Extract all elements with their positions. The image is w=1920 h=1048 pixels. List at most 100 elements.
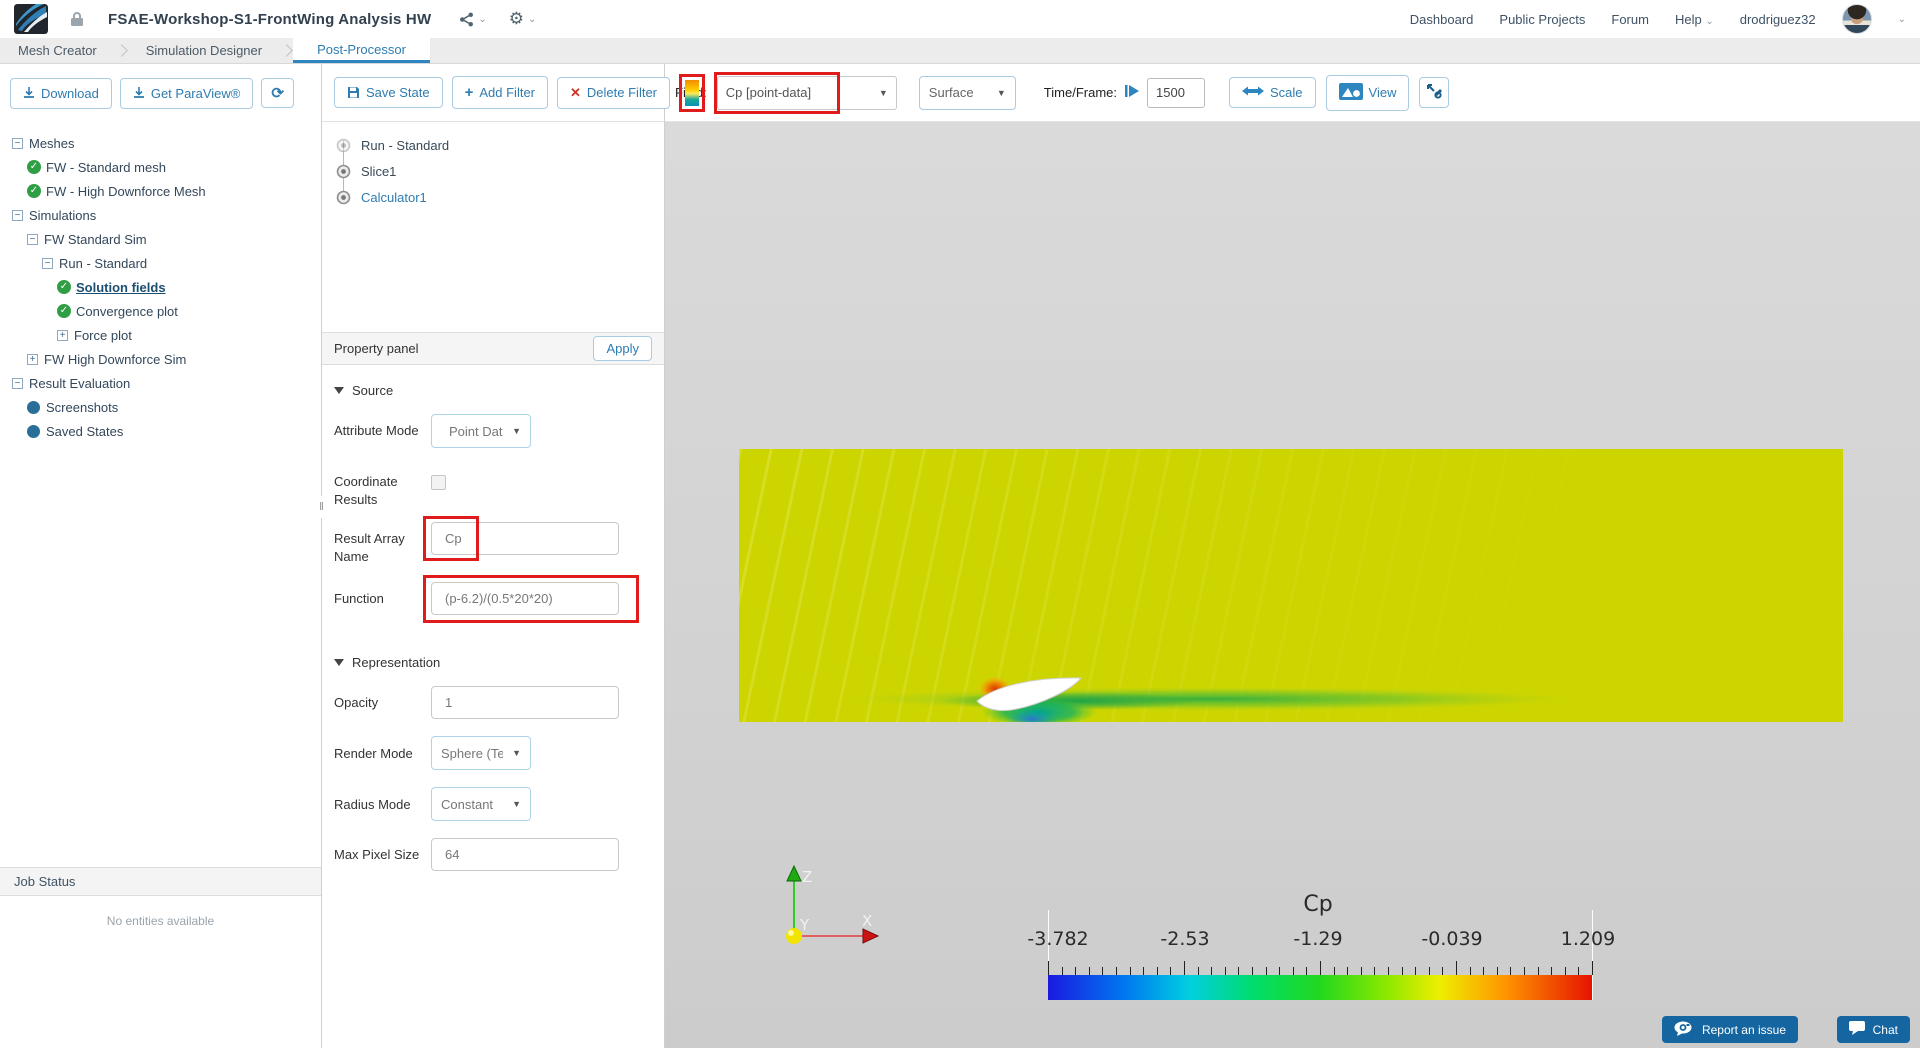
tree-item[interactable]: + Force plot	[12, 324, 321, 346]
tree-item[interactable]: + FW High Downforce Sim	[12, 348, 321, 370]
max-pixel-size-input[interactable]: 64	[431, 838, 619, 872]
interaction-tools-button[interactable]	[1419, 77, 1450, 108]
representation-select[interactable]: Surface ▼	[918, 75, 1016, 110]
legend-tick	[1483, 967, 1485, 975]
tab-simulation-designer[interactable]: Simulation Designer	[128, 38, 280, 63]
attribute-mode-label: Attribute Mode	[334, 423, 419, 438]
legend-tick	[1347, 967, 1349, 975]
chevron-down-icon: ⌄	[527, 13, 537, 25]
scale-button[interactable]: Scale	[1229, 77, 1316, 108]
refresh-button[interactable]: ⟳	[261, 78, 294, 108]
viewport-toolbar: Field: Cp [point-data] ▼ Surface ▼ Time/…	[665, 64, 1920, 122]
radius-mode-select[interactable]: Constant ▼	[431, 787, 531, 822]
source-section-header[interactable]: Source	[334, 383, 652, 398]
tree-item[interactable]: Saved States	[12, 420, 321, 442]
get-paraview-button[interactable]: Get ParaView®	[119, 77, 254, 109]
collapse-icon[interactable]: −	[27, 233, 38, 245]
pipeline-item-label[interactable]: Calculator1	[361, 190, 427, 205]
colormap-icon[interactable]	[685, 79, 699, 106]
camera-icon	[1674, 1021, 1694, 1039]
function-input[interactable]: (p-6.2)/(0.5*20*20)	[431, 582, 619, 616]
lock-icon	[70, 11, 84, 27]
chevron-down-icon[interactable]: ⌄	[1898, 14, 1906, 25]
collapse-icon[interactable]: −	[42, 257, 53, 269]
collapse-icon[interactable]: −	[12, 377, 23, 389]
save-icon	[347, 86, 360, 99]
chevron-down-icon: ▼	[512, 799, 521, 810]
nav-public-projects[interactable]: Public Projects	[1499, 12, 1585, 27]
panel-resize-handle[interactable]: ‖	[318, 496, 325, 518]
download-icon	[23, 87, 35, 99]
tree-item[interactable]: Screenshots	[12, 396, 321, 418]
tree-item[interactable]: − FW Standard Sim	[12, 228, 321, 250]
legend-tick	[1442, 967, 1444, 975]
app-logo-icon[interactable]	[14, 4, 48, 34]
tree-item[interactable]: ✓ Convergence plot	[12, 300, 321, 322]
tree-item[interactable]: − Simulations	[12, 204, 321, 226]
result-array-name-input[interactable]: Cp	[431, 522, 619, 556]
play-icon[interactable]	[1124, 84, 1140, 101]
tab-mesh-creator[interactable]: Mesh Creator	[0, 38, 115, 63]
legend-colorbar	[1048, 975, 1592, 1000]
render-viewport[interactable]: Z X Y Cp -3.782 -2.53 -1.29 -0.039 1.209 Rep…	[665, 122, 1920, 1048]
expand-icon[interactable]: +	[27, 353, 38, 365]
collapse-icon[interactable]: −	[12, 209, 23, 221]
chat-button[interactable]: Chat	[1836, 1016, 1910, 1043]
opacity-input[interactable]: 1	[431, 686, 619, 720]
pipeline-item-label[interactable]: Run - Standard	[361, 138, 449, 153]
pipeline-item[interactable]: Calculator1	[336, 184, 664, 210]
visibility-eye-icon[interactable]	[336, 190, 351, 205]
nav-forum[interactable]: Forum	[1611, 12, 1649, 27]
tree-item[interactable]: ✓ Solution fields	[12, 276, 321, 298]
legend-tick	[1238, 967, 1240, 975]
share-button[interactable]: ⌄	[459, 12, 487, 27]
legend-tick-label: -3.782	[1027, 928, 1089, 950]
legend-ticks	[1048, 961, 1593, 975]
nav-help[interactable]: Help ⌄	[1675, 12, 1714, 27]
legend-tick	[1129, 967, 1131, 975]
tree-item[interactable]: − Result Evaluation	[12, 372, 321, 394]
tree-item[interactable]: ✓ FW - High Downforce Mesh	[12, 180, 321, 202]
tree-item-label: FW - Standard mesh	[46, 159, 166, 175]
pipeline-item-label[interactable]: Slice1	[361, 164, 396, 179]
visibility-eye-icon[interactable]	[336, 164, 351, 179]
tab-post-processor[interactable]: Post-Processor	[293, 38, 430, 63]
add-filter-button[interactable]: + Add Filter	[451, 76, 549, 109]
download-button[interactable]: Download	[10, 77, 112, 109]
property-panel-title: Property panel	[334, 341, 419, 356]
nav-username[interactable]: drodriguez32	[1740, 12, 1816, 27]
pipeline-item[interactable]: Run - Standard	[336, 132, 664, 158]
tree-item-label: Force plot	[74, 327, 132, 343]
save-state-button[interactable]: Save State	[334, 77, 443, 108]
coordinate-results-checkbox[interactable]	[431, 475, 446, 490]
apply-button[interactable]: Apply	[593, 336, 652, 361]
nav-dashboard[interactable]: Dashboard	[1410, 12, 1474, 27]
expand-icon[interactable]: +	[57, 329, 68, 341]
result-array-name-label: Result Array Name	[334, 531, 405, 564]
legend-tick	[1333, 967, 1335, 975]
tree-item-label: Convergence plot	[76, 303, 178, 319]
chevron-down-icon: ⌄	[1705, 15, 1714, 27]
visibility-eye-icon[interactable]	[336, 138, 351, 153]
render-mode-select[interactable]: Sphere (Te ▼	[431, 736, 531, 771]
representation-section-header[interactable]: Representation	[334, 655, 652, 670]
tree-item[interactable]: − Run - Standard	[12, 252, 321, 274]
tree-item[interactable]: − Meshes	[12, 132, 321, 154]
avatar[interactable]	[1841, 4, 1872, 34]
field-select[interactable]: Cp [point-data] ▼	[713, 71, 897, 114]
legend-tick	[1170, 967, 1172, 975]
legend-tick	[1048, 961, 1049, 975]
pipeline-item[interactable]: Slice1	[336, 158, 664, 184]
collapse-icon[interactable]: −	[12, 137, 23, 149]
tree-item-label: Meshes	[29, 135, 75, 151]
attribute-mode-select[interactable]: Point Data ▼	[431, 414, 531, 448]
tree-item[interactable]: ✓ FW - Standard mesh	[12, 156, 321, 178]
job-status-empty-message: No entities available	[106, 914, 215, 928]
legend-tick	[1265, 967, 1267, 975]
report-issue-button[interactable]: Report an issue	[1661, 1016, 1798, 1043]
time-frame-input[interactable]: 1500	[1147, 77, 1205, 108]
delete-filter-button[interactable]: ✕ Delete Filter	[557, 76, 670, 109]
tree-item-label: Screenshots	[46, 399, 119, 415]
view-button[interactable]: View	[1325, 74, 1410, 111]
settings-button[interactable]: ⚙ ⌄	[509, 9, 537, 29]
